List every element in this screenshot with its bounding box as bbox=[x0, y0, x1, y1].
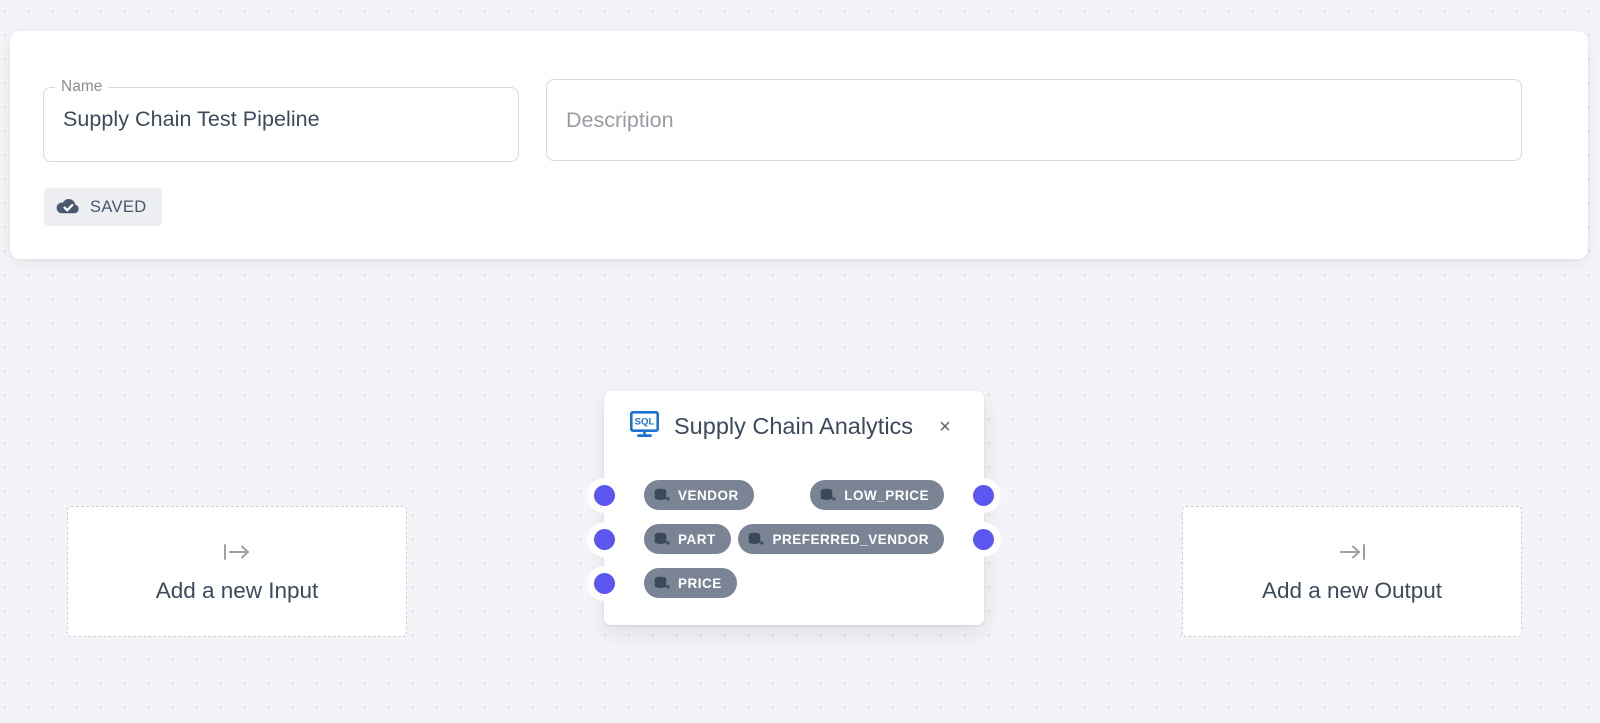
pipeline-node-card[interactable]: SQL Supply Chain Analytics × VENDOR LOW_… bbox=[594, 391, 994, 625]
add-input-placeholder[interactable]: Add a new Input bbox=[67, 506, 407, 637]
input-port-chip[interactable]: PRICE bbox=[644, 568, 737, 598]
pipeline-header-panel: Name SAVED bbox=[10, 31, 1588, 259]
input-port-chip[interactable]: PART bbox=[644, 524, 731, 554]
svg-text:SQL: SQL bbox=[635, 417, 655, 428]
output-port-chip[interactable]: PREFERRED_VENDOR bbox=[738, 524, 944, 554]
add-output-label: Add a new Output bbox=[1261, 577, 1443, 603]
close-icon[interactable]: × bbox=[934, 416, 956, 438]
output-port-label: LOW_PRICE bbox=[844, 487, 929, 503]
database-icon bbox=[745, 530, 765, 549]
input-handle[interactable] bbox=[594, 485, 615, 506]
database-icon bbox=[651, 530, 670, 549]
sql-monitor-icon: SQL bbox=[629, 410, 660, 443]
cloud-check-icon bbox=[55, 197, 81, 217]
name-input[interactable] bbox=[63, 79, 503, 159]
input-handle[interactable] bbox=[594, 529, 615, 550]
input-port-label: VENDOR bbox=[678, 487, 739, 503]
input-port-label: PART bbox=[678, 531, 716, 547]
input-handle[interactable] bbox=[594, 573, 615, 594]
status-badge[interactable]: SAVED bbox=[44, 188, 163, 226]
add-output-placeholder[interactable]: Add a new Output bbox=[1182, 506, 1522, 637]
output-port-label: PREFERRED_VENDOR bbox=[772, 531, 929, 547]
node-port-row: PRICE bbox=[604, 568, 984, 598]
description-field-wrapper bbox=[546, 79, 1522, 161]
database-icon bbox=[817, 486, 836, 505]
node-port-row: VENDOR LOW_PRICE bbox=[604, 480, 984, 510]
name-field-wrapper: Name bbox=[43, 78, 519, 162]
output-handle[interactable] bbox=[973, 485, 994, 506]
node-title: Supply Chain Analytics bbox=[674, 413, 914, 439]
arrow-from-bar-right-icon bbox=[221, 540, 253, 564]
node-header: SQL Supply Chain Analytics bbox=[629, 410, 913, 443]
add-input-label: Add a new Input bbox=[155, 577, 319, 603]
node-port-row: PART PREFERRED_VENDOR bbox=[604, 524, 984, 554]
database-icon bbox=[651, 486, 670, 505]
arrow-to-bar-right-icon bbox=[1336, 540, 1368, 564]
output-port-chip[interactable]: LOW_PRICE bbox=[810, 480, 944, 510]
input-port-label: PRICE bbox=[678, 575, 722, 591]
database-icon bbox=[651, 574, 670, 593]
description-input[interactable] bbox=[566, 80, 1506, 160]
input-port-chip[interactable]: VENDOR bbox=[644, 480, 754, 510]
status-badge-label: SAVED bbox=[90, 197, 147, 216]
output-handle[interactable] bbox=[973, 529, 994, 550]
